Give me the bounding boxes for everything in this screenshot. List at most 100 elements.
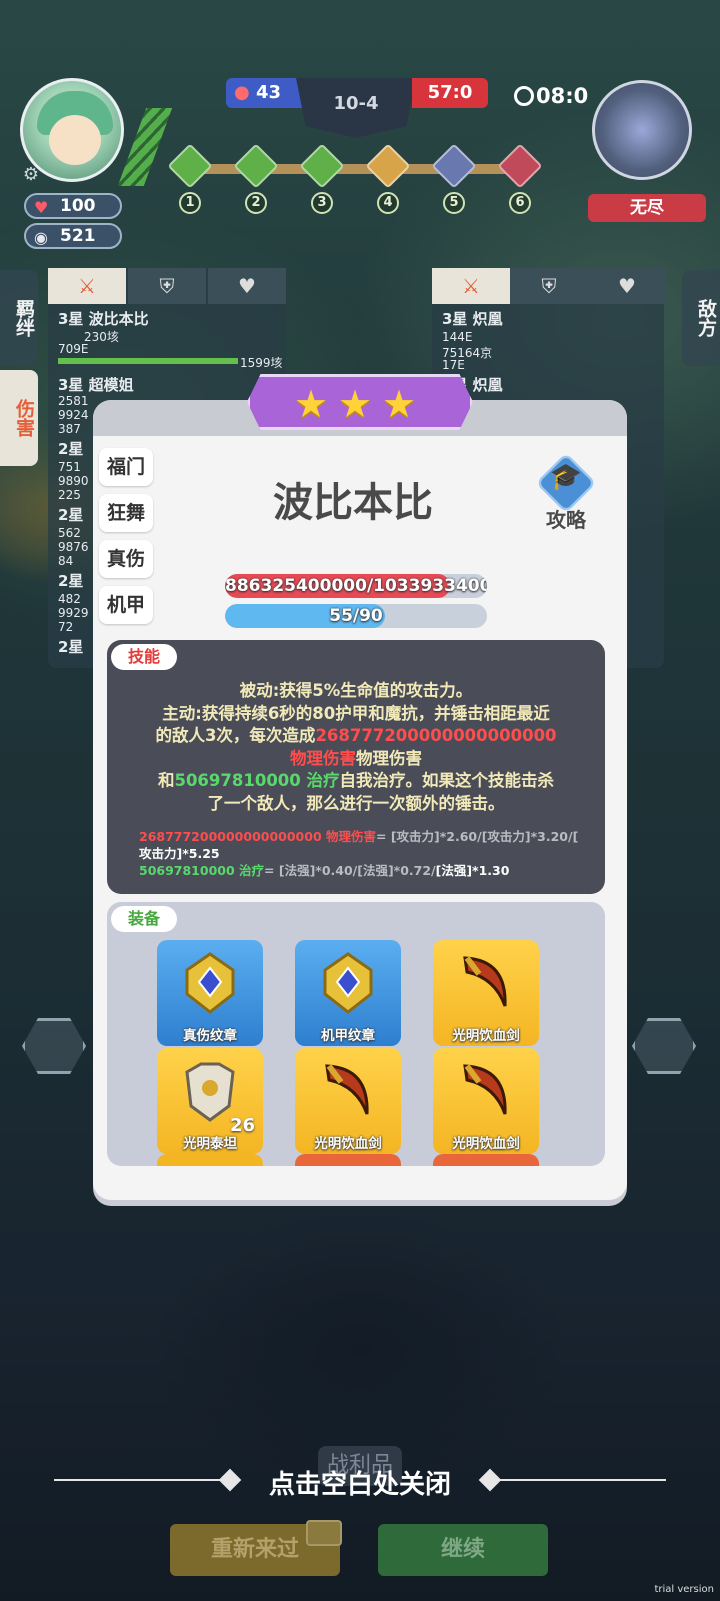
trait-tab[interactable]: 福门: [99, 448, 153, 486]
heart-icon[interactable]: ♥: [588, 268, 666, 304]
stage-number: 1: [179, 192, 201, 214]
equipment-name: 光明饮血剑: [314, 1136, 382, 1152]
enemy-mode-tag: 无尽: [588, 194, 706, 222]
formula-line: 50697810000 治疗= [法强]*0.40/[法强]*0.72/[法强]…: [139, 862, 579, 879]
equipment-name: 机甲纹章: [321, 1028, 375, 1044]
round-timer: 08:0: [514, 84, 588, 108]
stage-number: 4: [377, 192, 399, 214]
equipment-name: 真伤纹章: [183, 1028, 237, 1044]
equipment-item[interactable]: 真伤纹章: [157, 940, 263, 1046]
guide-label: 攻略: [546, 508, 586, 532]
hp-text: 886325400000/1033933400: [225, 576, 487, 596]
skill-text: 自我治疗。如果这个技能击杀: [339, 771, 555, 790]
equipment-name: 光明饮血剑: [452, 1028, 520, 1044]
team-stat-tabs: ⚔ ⛨ ♥: [48, 268, 286, 304]
equipment-name: 光明泰坦: [183, 1136, 237, 1152]
blue-score-value: 43: [256, 82, 282, 103]
mana-bar: 55/90: [225, 604, 487, 628]
trait-tab[interactable]: 机甲: [99, 586, 153, 624]
team-row-name: 3星 超模姐: [58, 376, 134, 394]
stage-node: 2: [233, 143, 279, 216]
heart-icon[interactable]: ♥: [208, 268, 286, 304]
trial-watermark: trial version: [654, 1584, 714, 1595]
team-row-value: 84: [58, 554, 74, 568]
tab-damage[interactable]: 伤害: [0, 370, 38, 466]
score-panel: ● 43 10-4 57:0: [226, 78, 488, 138]
equipment-item[interactable]: 光明饮血剑: [433, 940, 539, 1046]
blue-score: ● 43: [226, 78, 302, 108]
equipment-tag: 装备: [111, 906, 177, 932]
tab-bonds[interactable]: 羁绊: [0, 270, 38, 366]
stage-number: 5: [443, 192, 465, 214]
damage-bar: [58, 358, 238, 364]
equipment-item[interactable]: 光明饮血剑: [295, 1048, 401, 1154]
team-row-value: 2581: [58, 394, 89, 408]
stage-gem-icon: [299, 143, 345, 189]
skull-icon: [497, 143, 543, 189]
team-row-value: 562: [58, 526, 81, 540]
sword-icon[interactable]: ⚔: [48, 268, 126, 304]
team-row-value: 1599垓: [240, 356, 283, 370]
team-row-name: 2星: [58, 638, 84, 656]
team-row-name: 2星: [58, 506, 84, 524]
team-row-value: 751: [58, 460, 81, 474]
stage-node: 4: [365, 143, 411, 216]
graduation-cap-icon: 🎓: [549, 462, 583, 492]
formula-line: 268777200000000000000 物理伤害= [攻击力]*2.60/[…: [139, 828, 579, 845]
continue-button[interactable]: 继续: [378, 1524, 548, 1576]
tab-enemy[interactable]: 敌方: [682, 270, 720, 366]
star-icon: ★: [337, 382, 373, 426]
equipment-item[interactable]: 26 光明泰坦: [157, 1048, 263, 1154]
shield-icon[interactable]: ⛨: [128, 268, 206, 304]
team-row-value: 9890: [58, 474, 89, 488]
skill-line: 了一个敌人，那么进行一次额外的锤击。: [207, 793, 505, 813]
stage-number: 2: [245, 192, 267, 214]
enemy-avatar[interactable]: [592, 80, 692, 180]
stage-node: 3: [299, 143, 345, 216]
scythe-icon: [325, 1064, 369, 1115]
stage-node: 5: [431, 143, 477, 216]
sword-icon[interactable]: ⚔: [432, 268, 510, 304]
skill-text: 和: [157, 771, 175, 790]
player-coin-pill: ◉ 521: [24, 223, 122, 249]
team-row-value: 225: [58, 488, 81, 502]
team-row-value: 482: [58, 592, 81, 606]
formula-line: 攻击力]*5.25: [139, 846, 220, 861]
fist-icon: ●: [234, 82, 250, 103]
damage-value: 268777200000000000000: [315, 726, 557, 745]
equipment-item[interactable]: 光明饮血剑: [433, 1048, 539, 1154]
formula-expr: = [法强]*0.40/[法强]*0.72/: [264, 863, 436, 878]
scythe-icon: [463, 956, 507, 1007]
timer-value: 08:0: [536, 84, 589, 108]
team-row-value: 9876: [58, 540, 89, 554]
equipment-item[interactable]: 机甲纹章: [295, 940, 401, 1046]
stage-gem-icon: [233, 143, 279, 189]
equipment-item-partial[interactable]: [295, 1154, 401, 1166]
team-row-value: 17E: [442, 358, 465, 372]
stage-node: 6: [497, 143, 543, 216]
formula-expr: = [攻击力]*2.60/[攻击力]*3.20/[: [376, 829, 579, 844]
gear-icon[interactable]: ⚙: [20, 164, 42, 186]
hero-detail-modal: ★ ★ ★ 福门 狂舞 真伤 机甲 波比本比 🎓 攻略 886325400000…: [93, 374, 627, 1200]
equipment-item-partial[interactable]: [433, 1154, 539, 1166]
trait-tab[interactable]: 狂舞: [99, 494, 153, 532]
star-icon: ★: [293, 382, 329, 426]
damage-type: 物理伤害: [290, 748, 356, 768]
star-rating-banner: ★ ★ ★: [247, 374, 473, 430]
hp-bar: 886325400000/1033933400: [225, 574, 487, 598]
shield-icon[interactable]: ⛨: [510, 268, 588, 304]
video-icon: [306, 1520, 342, 1546]
guide-button[interactable]: 🎓 攻略: [531, 450, 601, 532]
heal-value: 50697810000 治疗: [174, 771, 340, 790]
close-hint[interactable]: 点击空白处关闭: [240, 1464, 480, 1501]
skill-description: 被动:获得5%生命值的攻击力。 主动:获得持续6秒的80护甲和魔抗，并锤击相距最…: [125, 680, 587, 815]
skill-formula: 268777200000000000000 物理伤害= [攻击力]*2.60/[…: [139, 828, 579, 879]
skill-line: 和50697810000 治疗自我治疗。如果这个技能击杀: [125, 770, 587, 793]
formula-heal: 50697810000 治疗: [139, 863, 265, 878]
skill-tag: 技能: [111, 644, 177, 670]
stage-gem-icon: [431, 143, 477, 189]
scythe-icon: [463, 1064, 507, 1115]
red-score: 57:0: [412, 78, 488, 108]
equipment-item-partial[interactable]: [157, 1154, 263, 1166]
trait-tab[interactable]: 真伤: [99, 540, 153, 578]
